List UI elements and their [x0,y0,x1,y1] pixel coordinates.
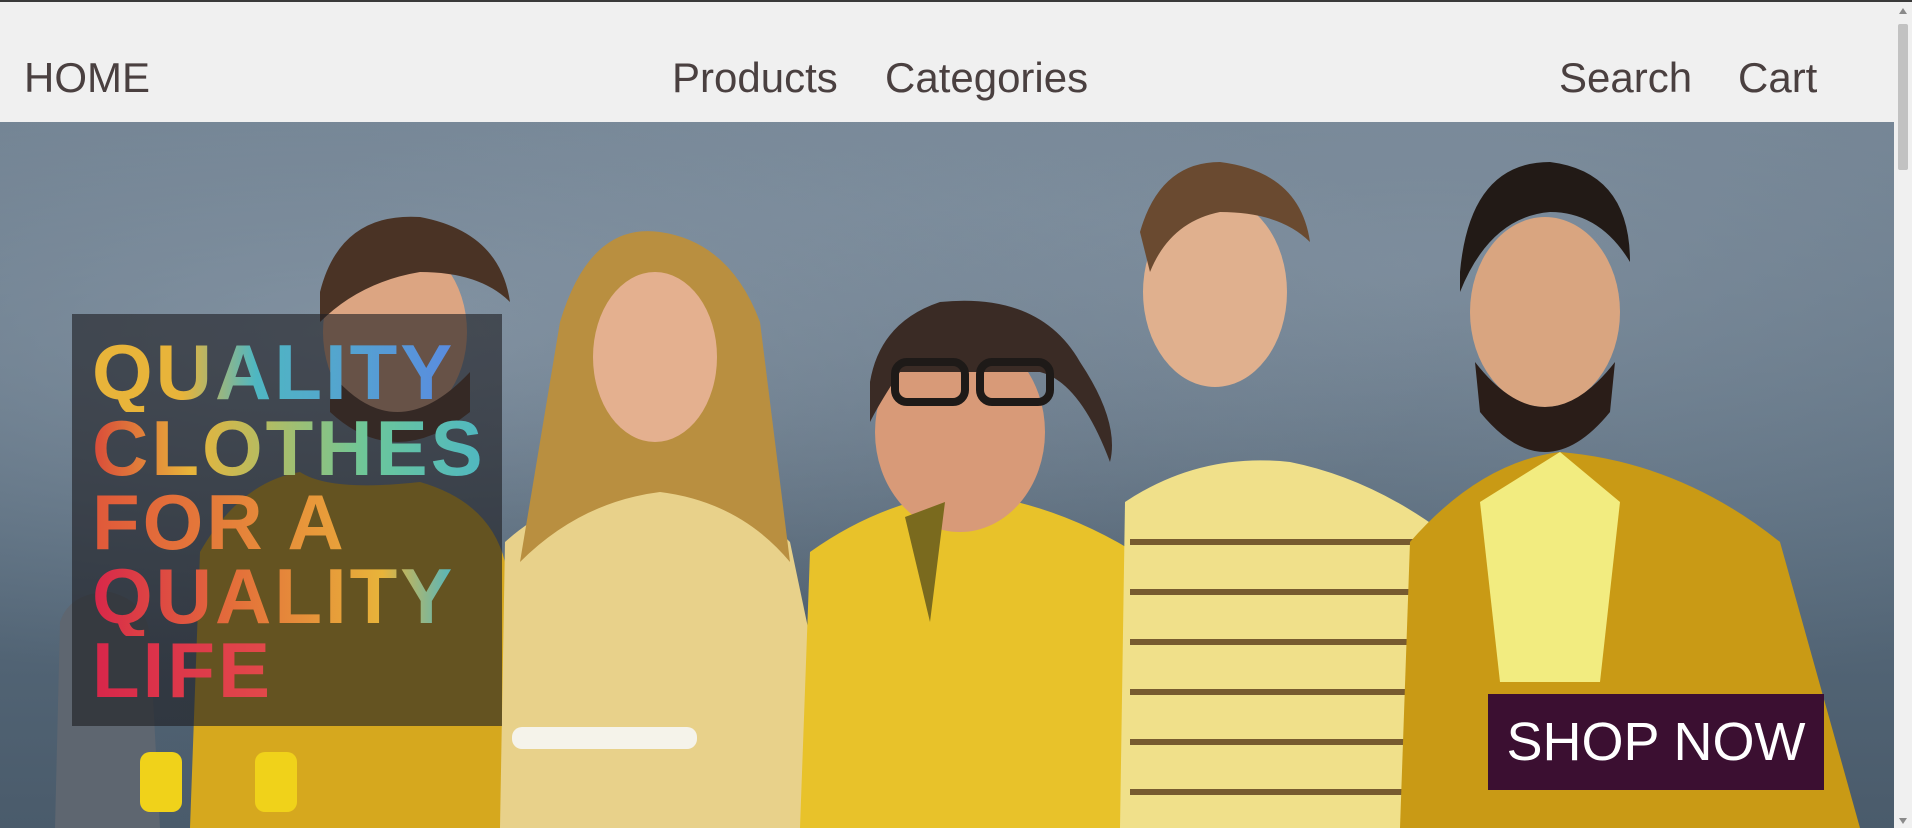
hero-headline-line-2: CLOTHES [92,404,486,492]
nav-products-label: Products [672,54,838,101]
nav-search-label: Search [1559,54,1693,101]
hero-banner: QUALITY CLOTHES FOR A QUALITY LIFE SHOP … [0,122,1894,828]
hero-headline-line-5: LIFE [92,626,273,714]
hero-headline-line-4: QUALITY [92,552,456,640]
nav-cart-label: Cart [1738,54,1818,101]
nav-products-link[interactable]: Products [660,52,850,104]
hero-headline-line-1: QUALITY [92,328,456,416]
nav-home-label: HOME [24,54,150,101]
shop-now-button[interactable]: SHOP NOW [1488,694,1824,790]
scroll-up-arrow-icon[interactable] [1899,8,1907,14]
hero-person-2 [500,231,850,828]
nav-search-link[interactable]: Search [1559,52,1692,104]
vertical-scrollbar[interactable] [1894,2,1912,828]
hero-headline-box: QUALITY CLOTHES FOR A QUALITY LIFE [72,314,502,726]
page: HOME Products Categories Search Cart QUA… [0,0,1912,828]
hero-headline-line-3: FOR A [92,478,347,566]
nav-home-link[interactable]: HOME [24,52,150,104]
scrollbar-thumb[interactable] [1898,24,1908,170]
nav-categories-link[interactable]: Categories [873,52,1101,104]
scroll-down-arrow-icon[interactable] [1899,818,1907,824]
top-navigation: HOME Products Categories Search Cart [0,2,1894,122]
nav-cart-link[interactable]: Cart [1738,52,1817,104]
nav-categories-label: Categories [885,54,1089,101]
